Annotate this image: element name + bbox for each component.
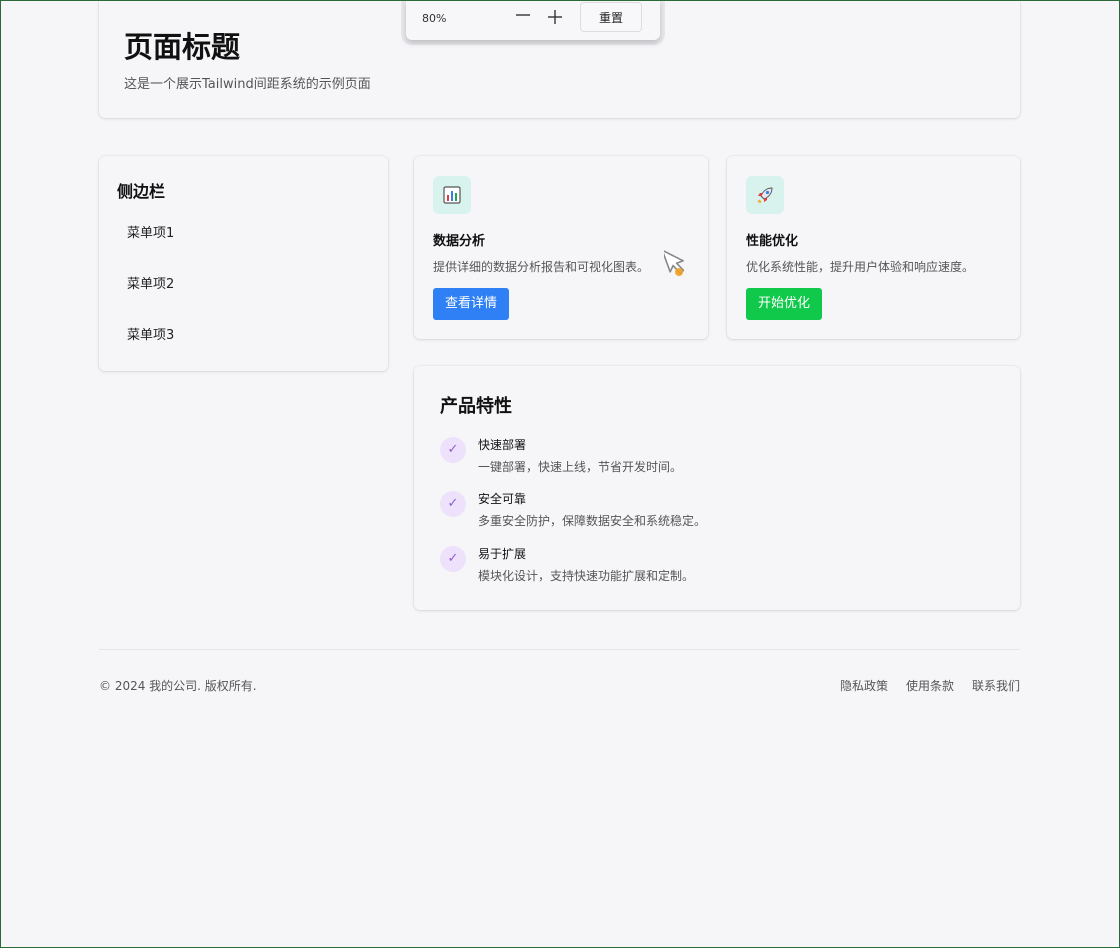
zoom-reset-button[interactable]: 重置 bbox=[580, 2, 642, 32]
feature-icon-box bbox=[433, 176, 471, 214]
feature-card-performance: 性能优化 优化系统性能，提升用户体验和响应速度。 开始优化 bbox=[727, 156, 1020, 339]
rocket-icon bbox=[757, 187, 773, 204]
product-feature-description: 一键部署，快速上线，节省开发时间。 bbox=[478, 460, 683, 474]
feature-description: 优化系统性能，提升用户体验和响应速度。 bbox=[746, 260, 975, 274]
plus-icon bbox=[548, 10, 562, 24]
footer-link-contact[interactable]: 联系我们 bbox=[972, 677, 1020, 694]
sidebar: 侧边栏 菜单项1 菜单项2 菜单项3 bbox=[99, 156, 388, 371]
check-icon: ✓ bbox=[440, 546, 466, 572]
product-feature-title: 快速部署 bbox=[478, 438, 527, 452]
footer-link-terms[interactable]: 使用条款 bbox=[906, 677, 954, 694]
feature-icon-box bbox=[746, 176, 784, 214]
feature-description: 提供详细的数据分析报告和可视化图表。 bbox=[433, 260, 650, 274]
footer-links: 隐私政策 使用条款 联系我们 bbox=[840, 677, 1020, 694]
sidebar-item-1[interactable]: 菜单项1 bbox=[127, 222, 174, 241]
product-feature-description: 模块化设计，支持快速功能扩展和定制。 bbox=[478, 569, 695, 583]
feature-title: 数据分析 bbox=[433, 234, 486, 249]
minus-icon bbox=[516, 14, 530, 16]
product-features: 产品特性 ✓ 快速部署 一键部署，快速上线，节省开发时间。 ✓ 安全可靠 多重安… bbox=[414, 366, 1020, 610]
product-features-title: 产品特性 bbox=[440, 396, 512, 417]
footer-divider bbox=[99, 649, 1020, 650]
page-subtitle: 这是一个展示Tailwind间距系统的示例页面 bbox=[124, 77, 371, 92]
product-feature-description: 多重安全防护，保障数据安全和系统稳定。 bbox=[478, 514, 707, 528]
product-feature-title: 易于扩展 bbox=[478, 547, 527, 561]
bar-chart-icon bbox=[443, 186, 461, 204]
sidebar-item-2[interactable]: 菜单项2 bbox=[127, 273, 174, 292]
start-optimize-button[interactable]: 开始优化 bbox=[746, 288, 823, 320]
zoom-toolbar: 80% 重置 bbox=[406, 0, 660, 40]
view-details-button[interactable]: 查看详情 bbox=[433, 288, 510, 320]
footer-link-privacy[interactable]: 隐私政策 bbox=[840, 677, 888, 694]
feature-title: 性能优化 bbox=[746, 234, 799, 249]
product-feature-title: 安全可靠 bbox=[478, 492, 527, 506]
mouse-pointer-icon bbox=[664, 249, 685, 276]
page-title: 页面标题 bbox=[124, 30, 241, 64]
zoom-level: 80% bbox=[422, 12, 447, 25]
zoom-in-button[interactable] bbox=[545, 6, 565, 30]
zoom-out-button[interactable] bbox=[513, 6, 533, 30]
sidebar-item-3[interactable]: 菜单项3 bbox=[127, 324, 174, 343]
footer-copyright: © 2024 我的公司. 版权所有. bbox=[99, 679, 257, 693]
sidebar-title: 侧边栏 bbox=[117, 182, 166, 201]
check-icon: ✓ bbox=[440, 437, 466, 463]
check-icon: ✓ bbox=[440, 491, 466, 517]
